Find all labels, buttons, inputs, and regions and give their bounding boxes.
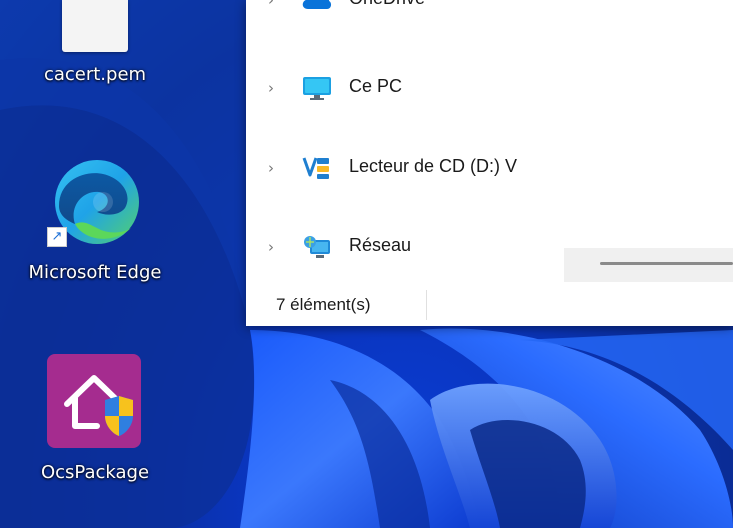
chevron-right-icon[interactable]: ›	[268, 80, 282, 96]
nav-item-label: Lecteur de CD (D:) V	[349, 156, 518, 176]
navigation-pane: › OneDrive › Ce PC › Lect	[246, 0, 564, 282]
desktop-icon-ocspackage[interactable]: OcsPackage	[10, 354, 180, 494]
computer-icon	[303, 77, 331, 100]
document-icon	[62, 0, 128, 52]
chevron-right-icon[interactable]: ›	[268, 0, 282, 8]
nav-item-label: Réseau	[349, 235, 412, 255]
desktop-icon-cacert[interactable]: cacert.pem	[10, 0, 180, 100]
onedrive-icon	[302, 0, 332, 9]
item-count: 7 élément(s)	[276, 295, 371, 314]
nav-item-ce-pc[interactable]: › Ce PC	[246, 68, 564, 108]
desktop-icon-microsoft-edge[interactable]: ↗ Microsoft Edge	[10, 150, 180, 290]
network-icon	[304, 236, 330, 258]
nav-item-reseau[interactable]: › Réseau	[246, 227, 564, 267]
cd-drive-icon	[302, 157, 329, 179]
file-explorer-window: › OneDrive › Ce PC › Lect	[246, 0, 733, 326]
status-divider	[426, 290, 427, 320]
chevron-right-icon[interactable]: ›	[268, 239, 282, 255]
shortcut-arrow-icon: ↗	[47, 227, 67, 247]
nav-item-label: Ce PC	[349, 76, 403, 96]
nav-item-onedrive[interactable]: › OneDrive	[246, 0, 564, 20]
content-pane	[564, 0, 733, 248]
desktop-icon-label: Microsoft Edge	[28, 262, 162, 283]
nav-item-cd-drive[interactable]: › Lecteur de CD (D:) V	[246, 148, 564, 188]
scrollbar-thumb[interactable]	[600, 262, 733, 265]
ocspackage-icon	[47, 354, 141, 448]
nav-item-label: OneDrive	[349, 0, 425, 9]
horizontal-scrollbar[interactable]	[564, 248, 733, 282]
status-bar: 7 élément(s)	[246, 282, 733, 326]
chevron-right-icon[interactable]: ›	[268, 160, 282, 176]
desktop-icon-label: OcsPackage	[40, 462, 150, 483]
desktop-icon-label: cacert.pem	[43, 64, 147, 85]
